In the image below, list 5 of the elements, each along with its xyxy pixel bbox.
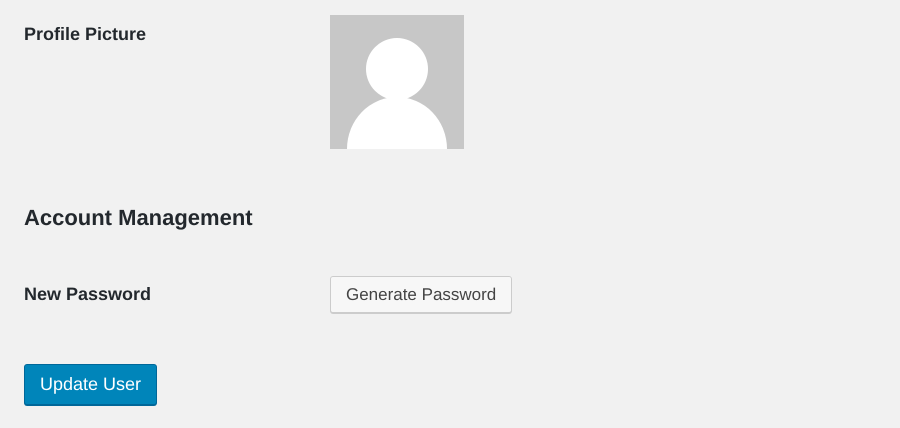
section-heading: Account Management bbox=[24, 205, 254, 231]
field-label: Profile Picture bbox=[24, 23, 148, 45]
generate-password-button[interactable]: Generate Password bbox=[330, 276, 512, 313]
update-user-button[interactable]: Update User bbox=[24, 364, 158, 405]
field-label: New Password bbox=[24, 284, 152, 305]
